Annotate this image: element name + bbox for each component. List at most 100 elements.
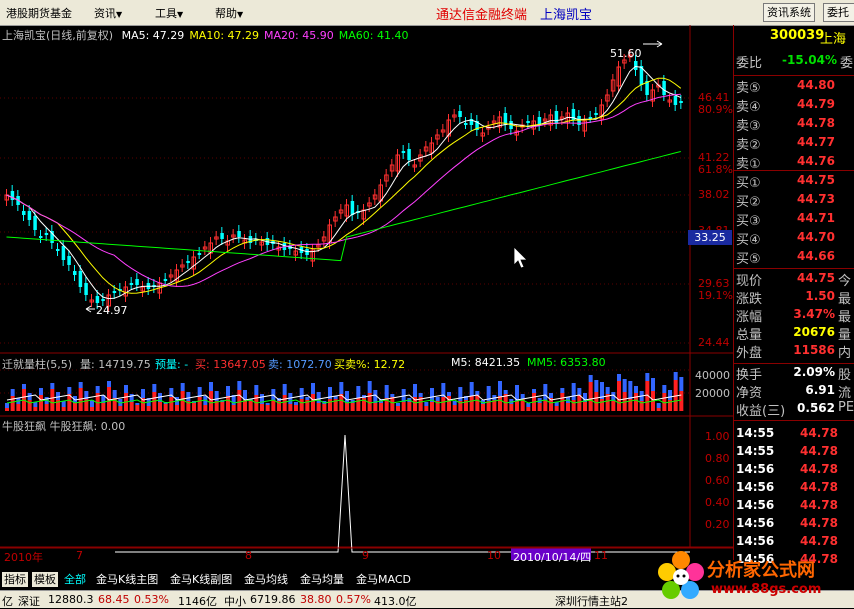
date-label-7: 7	[76, 549, 83, 562]
ma-label-0: MA5: 47.29	[121, 29, 185, 42]
tab-2[interactable]: 全部	[64, 572, 86, 587]
buy-level-row[interactable]: 买④ 44.70	[734, 229, 854, 248]
quote-stat-value: 1.50	[805, 289, 835, 303]
buy-level-price: 44.71	[797, 211, 835, 225]
menu-info-label: 资讯	[94, 7, 116, 20]
candle	[350, 195, 355, 221]
candle	[56, 243, 60, 256]
candle	[73, 265, 77, 281]
indicator-axis-label: 0.20	[705, 518, 730, 531]
candle	[174, 264, 179, 287]
buy-level-row[interactable]: 买② 44.73	[734, 191, 854, 210]
candle	[650, 84, 655, 107]
candle	[588, 111, 593, 123]
ma-line-10	[6, 77, 682, 294]
candle	[497, 111, 502, 133]
trade-button[interactable]: 委托	[823, 3, 854, 22]
app-title: 通达信金融终端	[436, 8, 528, 23]
menu-info[interactable]: 资讯▼	[94, 5, 122, 21]
tab-1[interactable]: 模板	[32, 572, 58, 587]
volume-bar	[515, 385, 519, 411]
sell-level-price: 44.76	[797, 154, 835, 168]
quote-stat-tail: 最	[838, 310, 852, 325]
volume-stat-1: 预量: -	[155, 358, 189, 371]
ma-line-60	[6, 151, 681, 262]
volume-bar	[10, 389, 15, 411]
quote-stat-tail: 股	[838, 368, 852, 383]
candle	[458, 105, 462, 123]
volume-bar	[617, 374, 621, 411]
tick-price: 44.78	[800, 534, 838, 548]
sell-level-row[interactable]: 卖② 44.77	[734, 134, 854, 153]
price-axis-label: 24.44	[698, 336, 730, 349]
volume-bar	[186, 392, 191, 411]
buy-level-row[interactable]: 买③ 44.71	[734, 210, 854, 229]
volume-bar	[33, 402, 38, 411]
tab-3[interactable]: 金马K线主图	[96, 572, 158, 587]
price-axis-label: 38.02	[698, 188, 730, 201]
menu-help[interactable]: 帮助▼	[215, 5, 243, 21]
quote-stat-value: 6.91	[805, 383, 835, 397]
info-system-button[interactable]: 资讯系统	[763, 3, 815, 22]
buy-level-price: 44.66	[797, 249, 835, 263]
tick-row: 14:56 44.78	[734, 516, 854, 534]
candle	[616, 61, 621, 92]
indicator-line	[115, 434, 690, 553]
candle	[293, 245, 298, 261]
candle	[599, 99, 604, 125]
volume-stat-4: 买卖%: 12.72	[334, 358, 406, 371]
tab-6[interactable]: 金马均量	[300, 572, 344, 587]
tab-0[interactable]: 指标	[2, 572, 28, 587]
sell-level-row[interactable]: 卖① 44.76	[734, 153, 854, 172]
kline-chart[interactable]	[0, 25, 733, 560]
candle	[220, 227, 224, 245]
quote-stat-label: 现价	[736, 274, 763, 289]
tab-7[interactable]: 金马MACD	[356, 572, 411, 587]
volume-bar	[520, 394, 525, 411]
menu-bar: 港股期货基金 资讯▼ 工具▼ 帮助▼ 通达信金融终端 上海凯宝 资讯系统 委托	[0, 0, 854, 26]
volume-title: 迁就量柱(5,5)	[2, 358, 73, 371]
candle	[10, 185, 15, 206]
menu-tools[interactable]: 工具▼	[155, 5, 183, 21]
buy-level-row[interactable]: 买① 44.75	[734, 172, 854, 191]
candle	[446, 114, 451, 142]
volume-bar	[50, 383, 55, 411]
candle	[50, 225, 54, 249]
sell-level-price: 44.77	[797, 135, 835, 149]
date-label-8: 8	[245, 549, 252, 562]
sell-level-row[interactable]: 卖⑤ 44.80	[734, 77, 854, 96]
candle	[333, 211, 338, 227]
quote-stat-label: 净资	[736, 386, 763, 401]
quote-stat-value: 2.09%	[793, 365, 835, 379]
quote-stat-row: 换手 2.09% 股	[734, 364, 854, 383]
status-item: 68.45	[98, 593, 130, 606]
volume-bar	[311, 383, 315, 411]
date-label-9: 9	[362, 549, 369, 562]
candle	[673, 90, 678, 111]
main-chart-title: 上海凯宝(日线,前复权)	[2, 29, 114, 42]
quote-stat-label: 收益(三)	[736, 404, 786, 419]
quote-stat-tail: 量	[838, 328, 852, 343]
status-item: 38.80	[300, 593, 332, 606]
buy-level-row[interactable]: 买⑤ 44.66	[734, 248, 854, 267]
sell-level-row[interactable]: 卖④ 44.79	[734, 96, 854, 115]
volume-bar	[197, 387, 202, 411]
volume-bar	[481, 400, 485, 411]
mouse-cursor-icon	[513, 246, 528, 269]
quote-stat-label: 涨幅	[736, 310, 763, 325]
tick-time: 14:55	[736, 444, 775, 458]
volume-bar	[571, 383, 576, 411]
tick-time: 14:55	[736, 426, 775, 440]
ma-label-2: MA20: 45.90	[264, 29, 334, 42]
menu-hk-futures[interactable]: 港股期货基金	[6, 5, 72, 21]
sell-level-row[interactable]: 卖③ 44.78	[734, 115, 854, 134]
volume-bar	[452, 401, 457, 411]
tab-5[interactable]: 金马均线	[244, 572, 288, 587]
volume-bar	[226, 386, 230, 411]
volume-bar	[543, 384, 548, 411]
tab-4[interactable]: 金马K线副图	[170, 572, 232, 587]
volume-bar	[180, 383, 185, 411]
divider	[734, 268, 854, 269]
volume-bar	[594, 380, 599, 411]
sell-level-price: 44.79	[797, 97, 835, 111]
